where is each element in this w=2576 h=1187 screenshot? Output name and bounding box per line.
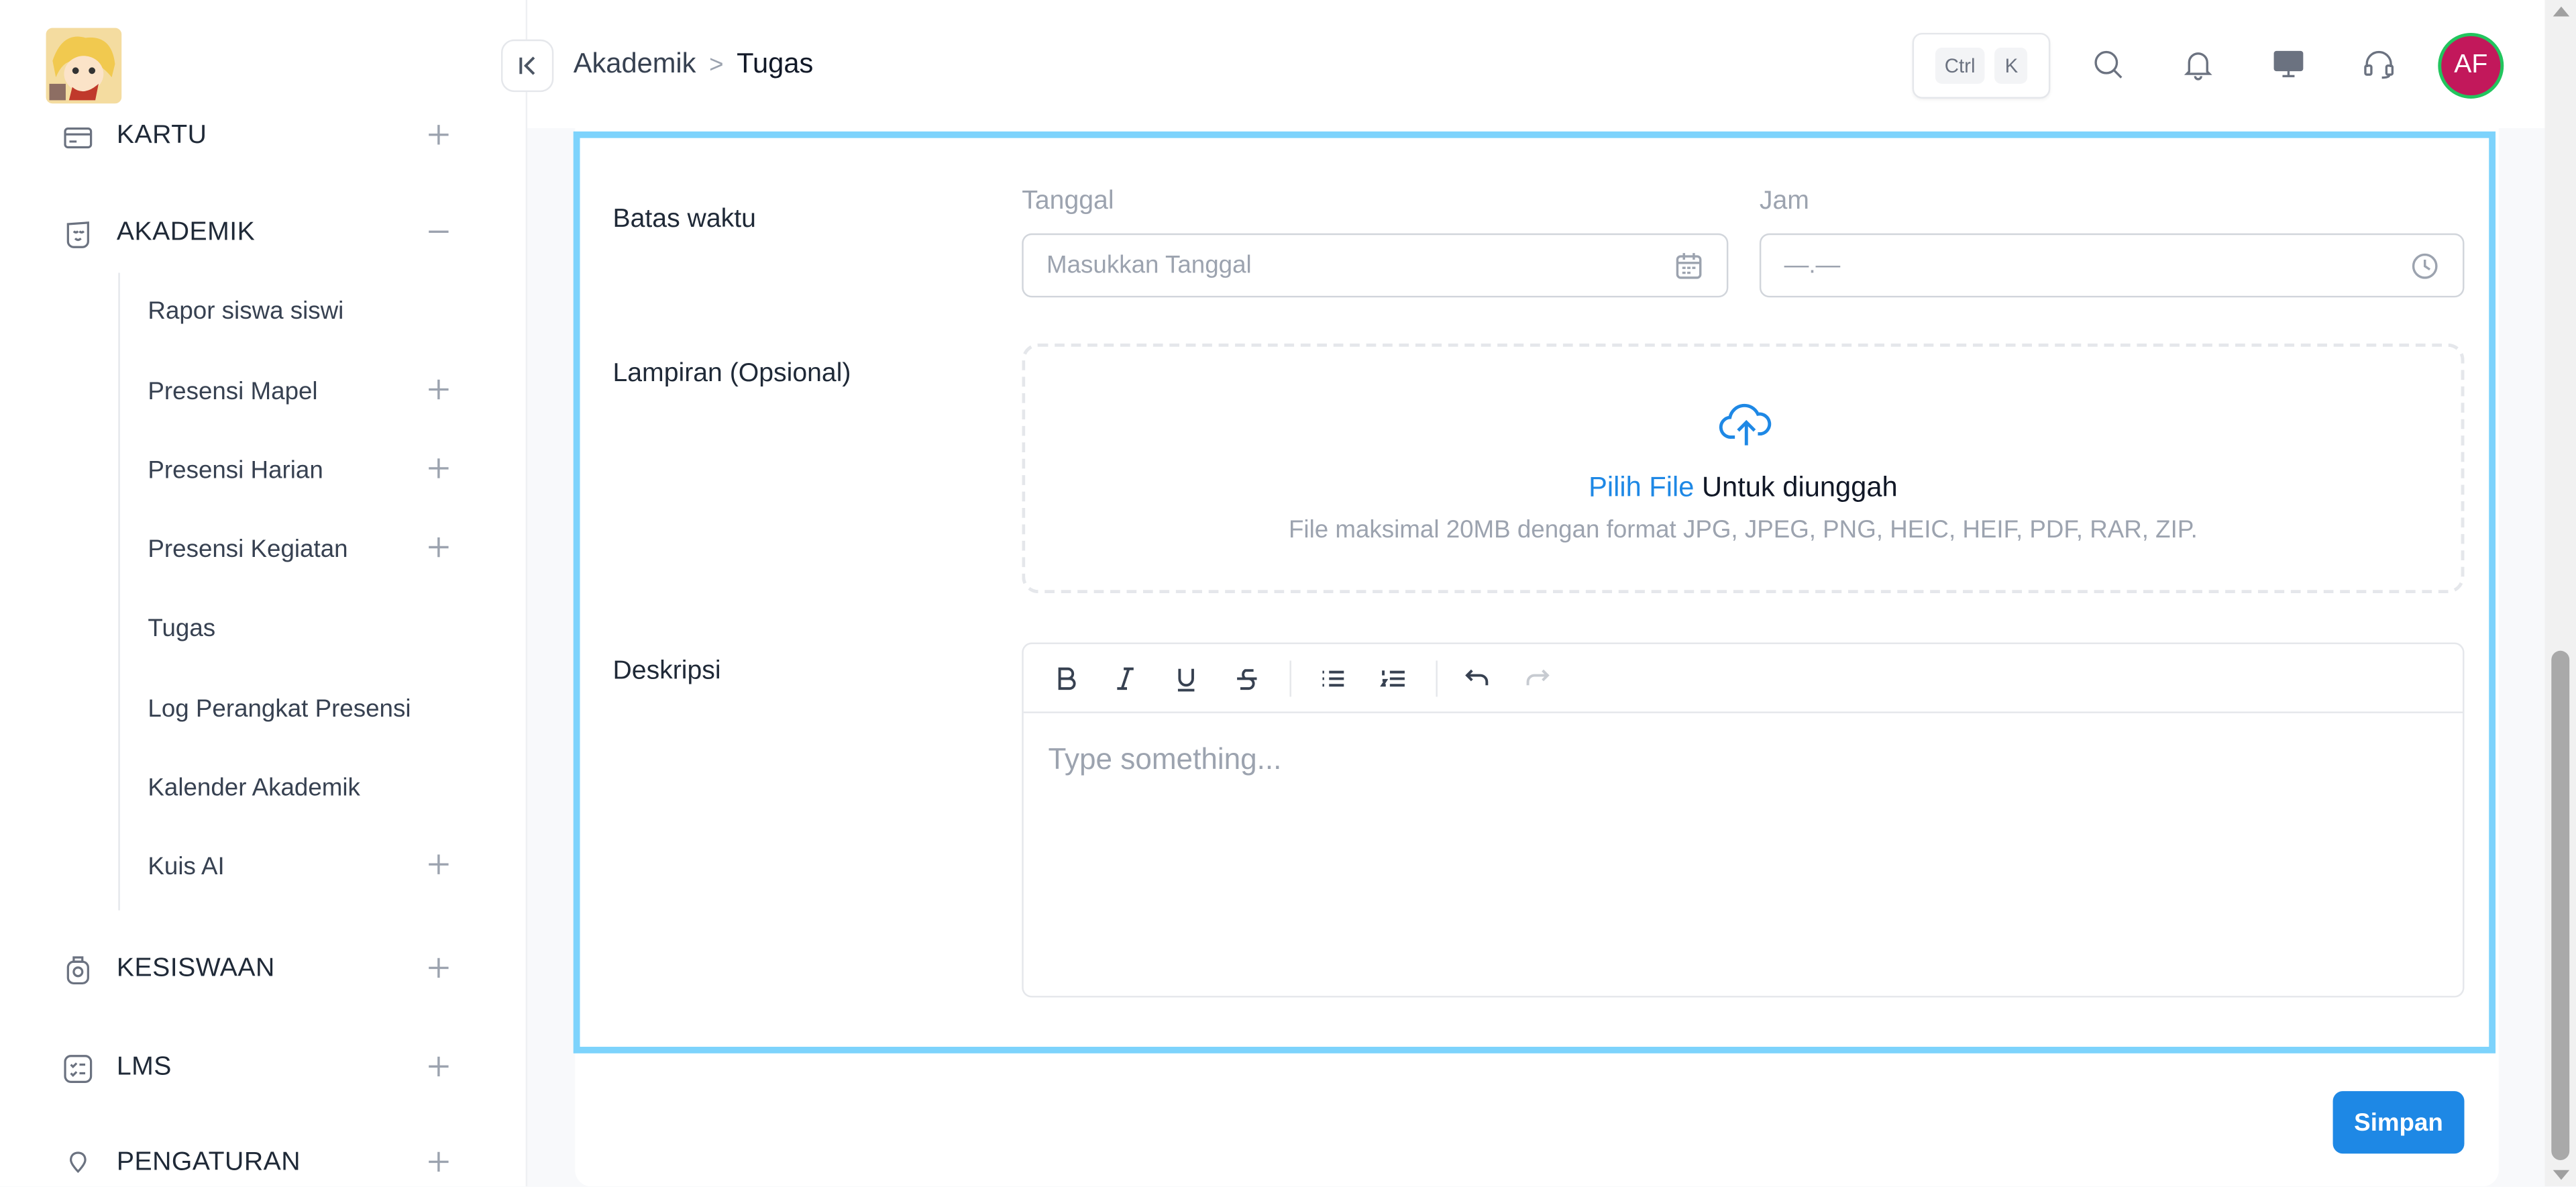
date-label: Tanggal [1022, 187, 1114, 215]
upload-instruction-rest: Untuk diunggah [1694, 471, 1898, 503]
headset-icon[interactable] [2359, 44, 2399, 84]
sidebar-item-label: LMS [116, 1053, 172, 1082]
sidebar-subitem-label: Kuis AI [148, 851, 225, 880]
academic-icon [59, 215, 95, 252]
cloud-upload-icon [1719, 396, 1774, 452]
numbered-list-icon[interactable] [1377, 662, 1409, 695]
k-key: K [1994, 48, 2028, 84]
sidebar-item-kartu[interactable]: KARTU [59, 113, 470, 160]
date-input[interactable]: Masukkan Tanggal [1022, 233, 1729, 298]
sidebar-item-label: AKADEMIK [116, 218, 256, 247]
plus-icon[interactable] [427, 1055, 453, 1081]
plus-icon[interactable] [427, 956, 453, 982]
sidebar-subitem-label: Kalender Akademik [148, 773, 360, 801]
command-search-shortcut[interactable]: Ctrl K [1912, 32, 2051, 99]
breadcrumb-parent[interactable]: Akademik [574, 48, 696, 81]
scroll-down-arrow[interactable] [2553, 1170, 2570, 1180]
editor-toolbar [1023, 644, 2463, 713]
pick-file-link[interactable]: Pilih File [1589, 472, 1694, 503]
bell-icon[interactable] [2178, 44, 2218, 84]
plus-icon[interactable] [427, 535, 453, 562]
breadcrumb-current: Tugas [737, 48, 814, 79]
clock-icon [2412, 252, 2438, 278]
plus-icon[interactable] [427, 378, 453, 404]
checklist-icon [59, 1050, 95, 1086]
sidebar-item-label: PENGATURAN [116, 1148, 301, 1177]
scrollbar-thumb[interactable] [2551, 650, 2570, 1160]
sidebar-subitem-label: Rapor siswa siswi [148, 297, 344, 325]
sidebar-item-label: KESISWAAN [116, 954, 275, 983]
rich-text-editor[interactable]: Type something... [1022, 642, 2465, 998]
save-button[interactable]: Simpan [2332, 1091, 2465, 1154]
user-avatar[interactable]: AF [2438, 32, 2504, 99]
plus-icon[interactable] [427, 457, 453, 483]
sidebar-subitem-kuis-ai[interactable]: Kuis AI [148, 846, 470, 886]
minus-icon[interactable] [427, 220, 453, 246]
toolbar-divider [1289, 660, 1291, 697]
scroll-up-arrow[interactable] [2553, 6, 2570, 17]
sidebar-item-kesiswaan[interactable]: KESISWAAN [59, 947, 470, 993]
school-logo[interactable] [46, 28, 122, 104]
italic-icon[interactable] [1109, 662, 1142, 695]
sidebar-subitem-presensi-mapel[interactable]: Presensi Mapel [148, 371, 470, 411]
redo-icon[interactable] [1521, 662, 1554, 695]
search-icon[interactable] [2088, 44, 2128, 84]
date-placeholder: Masukkan Tanggal [1046, 251, 1252, 280]
plus-icon[interactable] [427, 123, 453, 150]
page-scrollbar[interactable] [2544, 0, 2576, 1187]
calendar-icon [1676, 252, 1702, 278]
student-icon [59, 951, 95, 988]
description-label: Deskripsi [612, 657, 721, 686]
sidebar-subitem-label: Presensi Kegiatan [148, 535, 348, 563]
sidebar-subitem-rapor[interactable]: Rapor siswa siswi [148, 291, 470, 330]
settings-icon [59, 1145, 95, 1182]
underline-icon[interactable] [1170, 662, 1203, 695]
sidebar-item-pengaturan[interactable]: PENGATURAN [59, 1141, 470, 1187]
top-header [527, 0, 2545, 129]
plus-icon[interactable] [427, 853, 453, 879]
file-upload-dropzone[interactable]: Pilih File Untuk diunggah File maksimal … [1022, 343, 2465, 594]
upload-instruction: Pilih File Untuk diunggah [1025, 472, 2461, 505]
time-placeholder: —.— [1784, 251, 1841, 280]
monitor-icon[interactable] [2269, 44, 2308, 84]
time-input[interactable]: —.— [1759, 233, 2465, 298]
strikethrough-icon[interactable] [1230, 662, 1263, 695]
undo-icon[interactable] [1460, 662, 1493, 695]
plus-icon[interactable] [427, 1150, 453, 1176]
sidebar-item-lms[interactable]: LMS [59, 1045, 470, 1092]
sidebar-subitem-label: Log Perangkat Presensi [148, 694, 411, 723]
breadcrumb: Akademik > Tugas [574, 48, 814, 81]
sidebar-subitem-presensi-harian[interactable]: Presensi Harian [148, 450, 470, 490]
collapse-left-icon [519, 56, 535, 75]
sidebar: KARTU AKADEMIK Rapor siswa siswi Presens… [0, 0, 528, 1187]
bold-icon[interactable] [1050, 662, 1083, 695]
submenu-guide-line [118, 272, 120, 911]
breadcrumb-separator: > [709, 50, 724, 79]
sidebar-subitem-kalender[interactable]: Kalender Akademik [148, 768, 470, 807]
sidebar-subitem-label: Presensi Harian [148, 456, 323, 484]
collapse-sidebar-button[interactable] [500, 39, 554, 93]
editor-placeholder[interactable]: Type something... [1048, 743, 1281, 777]
attachment-label: Lampiran (Opsional) [612, 360, 851, 388]
time-label: Jam [1759, 187, 1809, 215]
ctrl-key: Ctrl [1935, 48, 1986, 84]
sidebar-subitem-label: Presensi Mapel [148, 377, 318, 405]
sidebar-subitem-tugas[interactable]: Tugas [148, 608, 470, 648]
sidebar-subitem-log-perangkat[interactable]: Log Perangkat Presensi [148, 688, 470, 728]
sidebar-item-akademik[interactable]: AKADEMIK [59, 210, 470, 256]
upload-hint: File maksimal 20MB dengan format JPG, JP… [1288, 515, 2198, 544]
bullet-list-icon[interactable] [1316, 662, 1349, 695]
sidebar-item-label: KARTU [116, 121, 207, 150]
sidebar-subitem-presensi-kegiatan[interactable]: Presensi Kegiatan [148, 529, 470, 569]
card-icon [59, 118, 95, 154]
deadline-label: Batas waktu [612, 205, 756, 234]
sidebar-subitem-label: Tugas [148, 613, 216, 642]
toolbar-divider [1436, 660, 1438, 697]
